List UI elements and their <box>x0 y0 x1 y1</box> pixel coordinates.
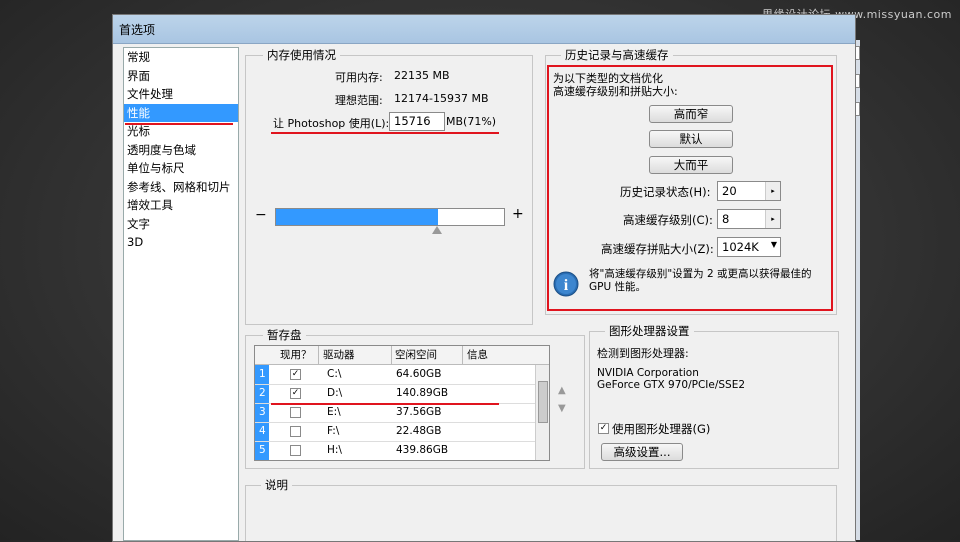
cache-levels-arrow-icon[interactable]: ▸ <box>765 210 780 228</box>
preferences-dialog: 首选项 常规 界面 文件处理 性能 光标 透明度与色域 单位与标尺 参考线、网格… <box>112 14 856 542</box>
memory-slider-fill <box>276 209 438 225</box>
use-gpu-label: 使用图形处理器(G) <box>612 422 711 436</box>
category-list: 常规 界面 文件处理 性能 光标 透明度与色域 单位与标尺 参考线、网格和切片 … <box>123 47 239 541</box>
let-photoshop-label: 让 Photoshop 使用(L): <box>273 117 390 130</box>
row-drive: C:\ <box>327 368 342 380</box>
table-row[interactable]: 2 ✓ D:\ 140.89GB <box>255 384 535 404</box>
tile-size-label: 高速缓存拼贴大小(Z): <box>601 242 714 256</box>
info-text-line2: GPU 性能。 <box>589 281 646 293</box>
category-item-transparency[interactable]: 透明度与色域 <box>124 141 238 160</box>
dialog-titlebar[interactable]: 首选项 <box>113 15 855 44</box>
optimize-desc-line2: 高速缓存级别和拼贴大小: <box>553 85 678 98</box>
row-number: 2 <box>259 387 266 399</box>
cache-levels-value: 8 <box>722 212 730 226</box>
cache-levels-label: 高速缓存级别(C): <box>623 213 713 227</box>
dialog-title: 首选项 <box>119 23 156 37</box>
scratch-group-title: 暂存盘 <box>263 327 306 343</box>
description-title: 说明 <box>261 477 292 493</box>
category-item-performance[interactable]: 性能 <box>124 103 238 122</box>
memory-input[interactable]: 15716 <box>389 112 445 131</box>
row-drive: E:\ <box>327 406 341 418</box>
category-item-plugins[interactable]: 增效工具 <box>124 196 238 215</box>
row-number: 1 <box>259 368 266 380</box>
row-free-space: 140.89GB <box>396 387 449 399</box>
scratch-table-header: 现用？ 驱动器 空闲空间 信息 <box>255 346 549 365</box>
use-gpu-checkbox[interactable]: ✓ <box>598 423 609 434</box>
big-flat-button[interactable]: 大而平 <box>649 156 733 174</box>
row-active-checkbox[interactable] <box>290 407 301 418</box>
table-row[interactable]: 1 ✓ C:\ 64.60GB <box>255 365 535 385</box>
history-states-label: 历史记录状态(H): <box>620 185 711 199</box>
row-active-checkbox[interactable] <box>290 445 301 456</box>
header-active[interactable]: 现用？ <box>280 346 312 364</box>
default-button[interactable]: 默认 <box>649 130 733 148</box>
memory-underline <box>271 132 499 134</box>
row-number: 5 <box>259 444 266 456</box>
scratch-underline <box>271 403 499 405</box>
memory-group-title: 内存使用情况 <box>263 47 340 63</box>
header-free-space[interactable]: 空闲空间 <box>395 346 437 364</box>
category-item-type[interactable]: 文字 <box>124 215 238 234</box>
available-value: 22135 MB <box>394 69 450 82</box>
memory-minus[interactable]: − <box>255 207 267 223</box>
move-up-arrow-icon[interactable]: ▲ <box>558 385 566 396</box>
history-group-title: 历史记录与高速缓存 <box>561 47 673 63</box>
memory-usage-group <box>245 55 533 325</box>
category-item-interface[interactable]: 界面 <box>124 67 238 86</box>
category-item-guides[interactable]: 参考线、网格和切片 <box>124 178 238 197</box>
svg-text:i: i <box>564 277 569 294</box>
tile-size-chevron-down-icon: ▼ <box>770 240 777 249</box>
row-free-space: 439.86GB <box>396 444 449 456</box>
memory-slider-track[interactable] <box>275 208 505 226</box>
history-states-arrow-icon[interactable]: ▸ <box>765 182 780 200</box>
ideal-value: 12174-15937 MB <box>394 92 489 105</box>
tall-thin-button[interactable]: 高而窄 <box>649 105 733 123</box>
row-number: 3 <box>259 406 266 418</box>
tile-size-value: 1024K <box>722 240 759 254</box>
row-active-checkbox[interactable] <box>290 426 301 437</box>
row-drive: F:\ <box>327 425 340 437</box>
memory-percent: MB(71%) <box>446 115 497 128</box>
row-free-space: 22.48GB <box>396 425 442 437</box>
tile-size-select[interactable]: 1024K ▼ <box>717 237 781 257</box>
category-item-general[interactable]: 常规 <box>124 48 238 67</box>
table-row[interactable]: 5 H:\ 439.86GB <box>255 441 535 460</box>
category-underline <box>125 123 233 125</box>
category-item-3d[interactable]: 3D <box>124 233 238 252</box>
ideal-label: 理想范围: <box>335 94 383 107</box>
gpu-vendor: NVIDIA Corporation <box>597 367 699 379</box>
header-drive[interactable]: 驱动器 <box>323 346 355 364</box>
history-states-field[interactable]: 20 ▸ <box>717 181 781 201</box>
history-states-value: 20 <box>722 184 737 198</box>
row-drive: D:\ <box>327 387 343 399</box>
row-number: 4 <box>259 425 266 437</box>
info-icon: i <box>553 271 579 297</box>
gpu-group-title: 图形处理器设置 <box>605 323 694 339</box>
gpu-detected-label: 检测到图形处理器: <box>597 347 689 360</box>
table-row[interactable]: 3 E:\ 37.56GB <box>255 403 535 423</box>
table-scrollbar[interactable] <box>535 365 549 460</box>
row-free-space: 64.60GB <box>396 368 442 380</box>
move-down-arrow-icon[interactable]: ▼ <box>558 403 566 414</box>
available-label: 可用内存: <box>335 71 383 84</box>
table-row[interactable]: 4 F:\ 22.48GB <box>255 422 535 442</box>
row-active-checkbox[interactable]: ✓ <box>290 369 301 380</box>
scrollbar-thumb[interactable] <box>538 381 548 423</box>
row-free-space: 37.56GB <box>396 406 442 418</box>
cache-levels-field[interactable]: 8 ▸ <box>717 209 781 229</box>
advanced-settings-button[interactable]: 高级设置... <box>601 443 683 461</box>
header-info[interactable]: 信息 <box>467 346 488 364</box>
row-drive: H:\ <box>327 444 342 456</box>
description-group <box>245 485 837 541</box>
row-active-checkbox[interactable]: ✓ <box>290 388 301 399</box>
category-item-file-handling[interactable]: 文件处理 <box>124 85 238 104</box>
category-item-units[interactable]: 单位与标尺 <box>124 159 238 178</box>
memory-plus[interactable]: + <box>512 206 524 222</box>
memory-slider-thumb[interactable] <box>432 226 442 234</box>
gpu-model: GeForce GTX 970/PCIe/SSE2 <box>597 379 746 391</box>
